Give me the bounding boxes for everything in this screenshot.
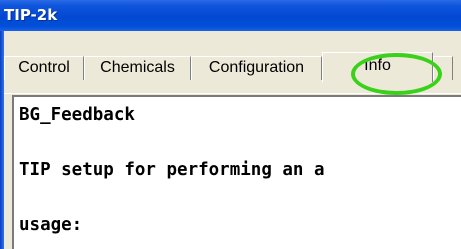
info-line-usage: usage: <box>19 215 83 235</box>
info-text-area[interactable]: BG_Feedback TIP setup for performing an … <box>12 95 461 249</box>
tab-info-label: Info <box>364 57 391 74</box>
window-title: TIP-2k <box>4 6 58 24</box>
tab-info[interactable]: Info <box>322 52 433 82</box>
info-line-title: BG_Feedback <box>19 105 135 125</box>
tab-chemicals-label: Chemicals <box>100 59 175 76</box>
tab-panel-edge <box>4 93 461 94</box>
tab-control-label: Control <box>18 59 70 76</box>
info-line-description: TIP setup for performing an a <box>19 160 325 180</box>
tab-partial[interactable] <box>433 56 453 80</box>
tab-configuration[interactable]: Configuration <box>191 56 322 80</box>
tab-chemicals[interactable]: Chemicals <box>84 56 191 80</box>
tab-configuration-label: Configuration <box>208 59 305 76</box>
tab-control[interactable]: Control <box>4 56 84 80</box>
tab-strip: Control Chemicals Configuration Info <box>4 31 461 93</box>
window-title-bar[interactable]: TIP-2k <box>0 0 461 31</box>
